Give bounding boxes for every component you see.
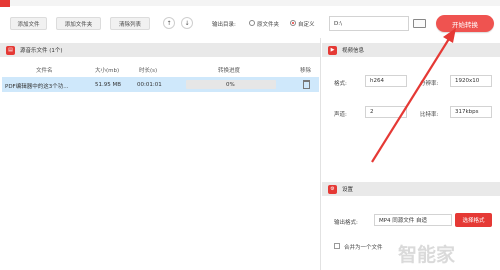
vertical-divider (320, 38, 321, 270)
output-dir-label: 输出目录: (212, 22, 236, 28)
annotation-arrow (371, 28, 456, 163)
move-down-button[interactable]: ↓ (181, 17, 193, 29)
progress-text: 0% (226, 82, 235, 88)
annotation-arrow-line (371, 33, 453, 163)
merge-label: 合并为一个文件 (344, 245, 383, 251)
column-filename: 文件名 (36, 68, 53, 74)
music-file-icon: ▤ (6, 45, 15, 55)
output-format-value[interactable]: MP4 同源文件 自适 (374, 214, 452, 226)
clear-list-button[interactable]: 清除列表 (110, 17, 150, 30)
video-info-icon: ▶ (328, 45, 337, 55)
output-format-label: 输出格式: (334, 220, 358, 226)
file-size-cell: 51.95 MB (95, 82, 122, 88)
column-remove: 移除 (300, 68, 312, 74)
channel-label: 声道: (334, 112, 347, 118)
radio-custom-label: 自定义 (298, 22, 315, 28)
radio-source-label: 原文件夹 (257, 22, 280, 28)
file-panel-title: 源音乐文件 (1个) (20, 48, 63, 54)
radio-custom-folder[interactable] (290, 20, 296, 26)
trash-icon[interactable] (303, 80, 310, 89)
merge-checkbox[interactable] (334, 243, 340, 249)
file-name-cell: PDF编辑器中的这3个功... (5, 84, 69, 90)
watermark-text: 智能家 (398, 244, 456, 266)
move-up-button[interactable]: ↑ (163, 17, 175, 29)
settings-gear-icon: ⚙ (328, 184, 337, 194)
column-size: 大小(mb) (95, 68, 120, 74)
add-folder-button[interactable]: 添加文件夹 (56, 17, 101, 30)
radio-source-folder[interactable] (249, 20, 255, 26)
title-bar-strip (0, 0, 500, 6)
app-logo-icon (0, 0, 10, 7)
annotation-arrow-head (443, 28, 456, 43)
format-label: 格式: (334, 81, 347, 87)
settings-header: ⚙ 设置 (322, 182, 500, 196)
column-duration: 时长(s) (139, 68, 158, 74)
file-panel-header: ▤ 源音乐文件 (1个) (0, 43, 320, 57)
file-duration-cell: 00:01:01 (137, 82, 162, 88)
column-progress: 转换进度 (218, 68, 241, 74)
add-file-button[interactable]: 添加文件 (10, 17, 47, 30)
select-format-button[interactable]: 选择格式 (455, 213, 492, 227)
settings-title: 设置 (342, 187, 354, 193)
